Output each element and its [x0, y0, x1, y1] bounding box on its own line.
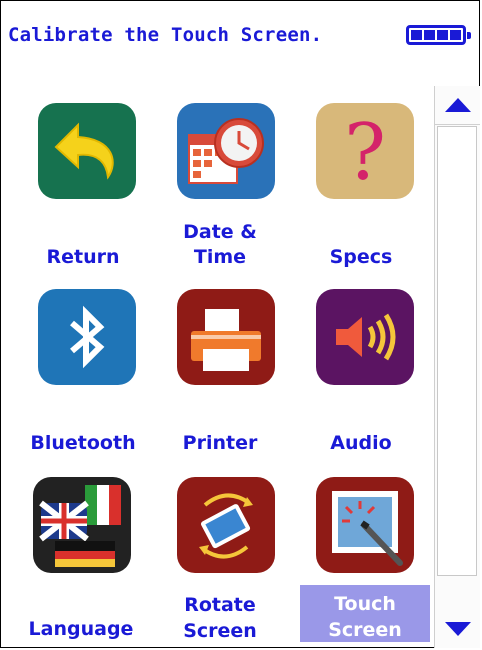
svg-text:?: ?	[344, 108, 386, 198]
menu-label-rotate: Rotate	[184, 594, 256, 616]
status-title: Calibrate the Touch Screen.	[8, 24, 323, 46]
menu-label-touch-screen: Screen	[328, 619, 402, 641]
question-mark-icon: ?	[316, 103, 414, 199]
menu-label-screen: Screen	[183, 620, 257, 642]
menu-label-specs: Specs	[329, 246, 393, 268]
return-arrow-icon	[38, 103, 136, 199]
menu-label-audio: Audio	[330, 432, 392, 454]
speaker-icon	[316, 289, 414, 385]
touch-screen-icon	[316, 477, 414, 573]
chevron-down-icon	[444, 622, 471, 636]
printer-icon	[177, 289, 275, 385]
calendar-clock-icon	[177, 103, 275, 199]
menu-label-language: Language	[28, 618, 134, 640]
menu-label-touch: Touch	[334, 593, 396, 615]
menu-label-bluetooth: Bluetooth	[30, 432, 136, 454]
scroll-down-button[interactable]	[435, 610, 480, 648]
scroll-thumb[interactable]	[437, 126, 477, 576]
menu-label-return: Return	[46, 246, 120, 268]
bluetooth-icon	[38, 289, 136, 385]
scroll-up-button[interactable]	[435, 86, 480, 125]
menu-label-time: Time	[193, 246, 247, 268]
menu-label-date: Date &	[183, 221, 257, 243]
chevron-up-icon	[444, 98, 471, 112]
language-flags-icon	[33, 477, 131, 573]
scrollbar[interactable]	[434, 86, 480, 648]
rotate-screen-icon	[177, 477, 275, 573]
battery-icon	[406, 25, 471, 45]
menu-label-printer: Printer	[182, 432, 258, 454]
